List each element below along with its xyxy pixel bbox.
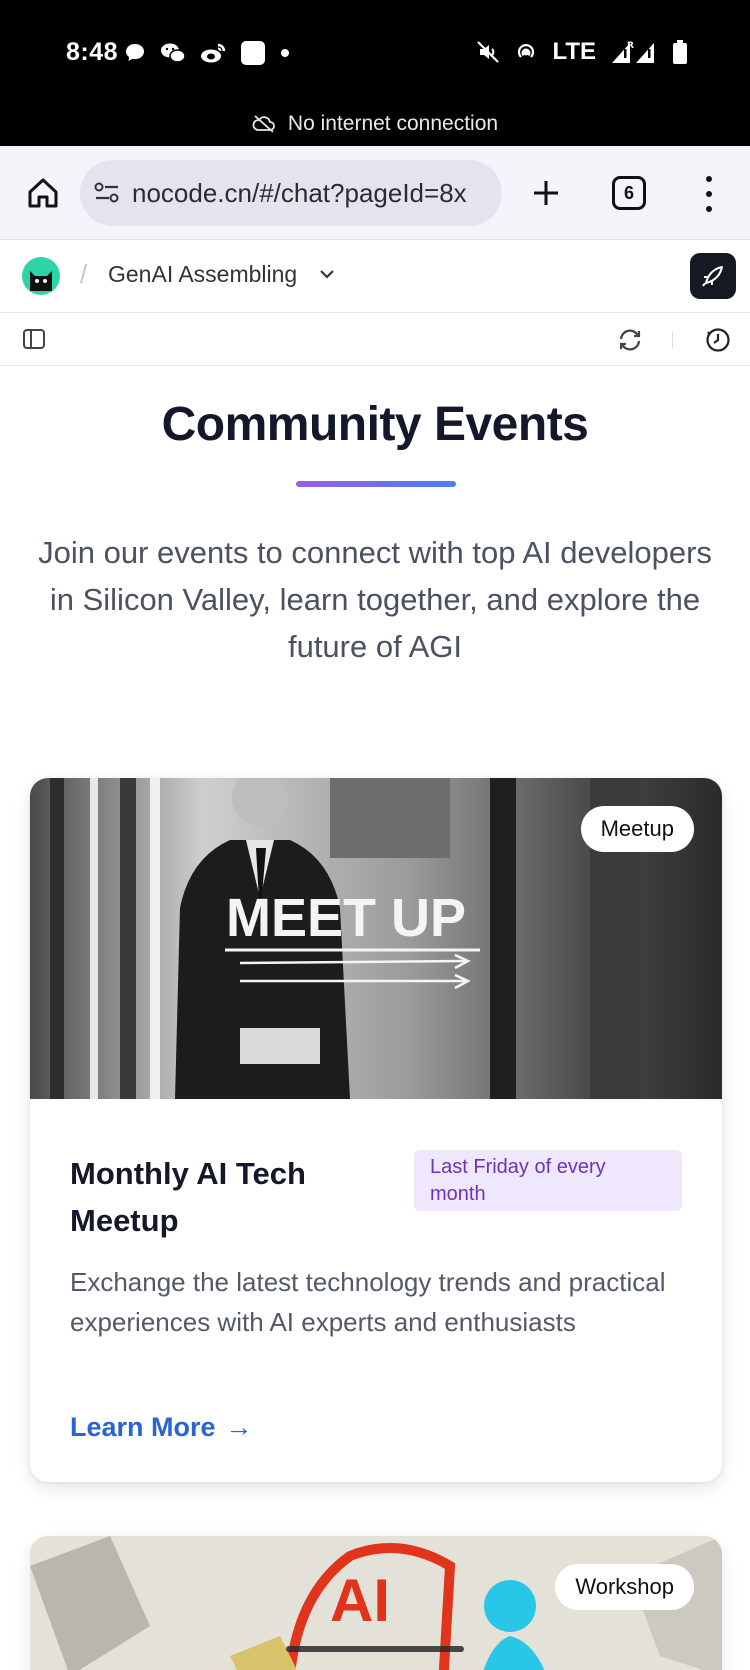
home-button[interactable]	[20, 170, 66, 216]
battery-icon	[673, 40, 687, 64]
site-settings-icon[interactable]	[94, 182, 120, 204]
event-type-tag: Workshop	[555, 1564, 694, 1610]
chat-bubble-icon	[126, 44, 144, 61]
offline-text: No internet connection	[287, 112, 499, 135]
publish-button[interactable]	[690, 253, 736, 299]
screen: 8:48 LTE R No internet connection nocode…	[0, 0, 750, 1670]
event-description: Exchange the latest technology trends an…	[70, 1267, 666, 1337]
history-icon[interactable]	[704, 326, 732, 354]
section-title: Community Events	[161, 398, 589, 451]
image-caption: AI	[330, 1567, 390, 1634]
signal-icon: R	[612, 41, 654, 63]
mute-icon	[477, 41, 500, 63]
schedule-badge: Last Friday of every month	[414, 1150, 682, 1211]
section-description: Join our events to connect with top AI d…	[38, 535, 712, 664]
status-bar: 8:48 LTE R No internet connection	[0, 0, 750, 146]
project-name[interactable]: GenAI Assembling	[108, 261, 297, 288]
status-time: 8:48	[66, 38, 119, 66]
title-underline	[296, 481, 456, 487]
new-tab-button[interactable]	[524, 168, 568, 218]
svg-text:R: R	[627, 41, 634, 51]
breadcrumb-separator: /	[80, 259, 88, 289]
home-icon	[28, 178, 58, 208]
refresh-icon[interactable]	[616, 326, 644, 354]
url-text: nocode.cn/#/chat?pageId=8x	[132, 177, 467, 208]
browser-menu-button[interactable]	[696, 172, 722, 216]
system-indicators: LTE R	[476, 38, 688, 66]
sidebar-toggle-icon[interactable]	[22, 327, 46, 351]
address-bar[interactable]: nocode.cn/#/chat?pageId=8x	[80, 160, 502, 226]
cloud-off-icon	[252, 115, 275, 133]
menu-dot	[706, 191, 712, 197]
learn-more-link[interactable]: Learn More →	[70, 1412, 253, 1443]
notification-icons	[124, 40, 290, 66]
image-caption: MEET UP	[226, 888, 466, 948]
browser-toolbar: nocode.cn/#/chat?pageId=8x 6	[0, 146, 750, 240]
network-type: LTE	[552, 38, 596, 65]
tab-count: 6	[623, 182, 634, 203]
event-title: Monthly AI Tech Meetup	[70, 1156, 306, 1238]
event-card[interactable]: MEET UP Meetup Monthly AI Tech Meetup La…	[30, 778, 722, 1482]
offline-banner: No internet connection	[0, 112, 750, 136]
toolbar-divider	[672, 332, 673, 348]
avatar[interactable]	[22, 257, 60, 295]
rocket-icon	[702, 266, 723, 287]
plus-icon	[534, 181, 558, 205]
wechat-icon	[161, 43, 186, 63]
home-indicator[interactable]	[286, 1646, 464, 1652]
arrow-right-icon: →	[225, 1412, 253, 1442]
learn-more-label: Learn More	[70, 1412, 216, 1442]
weibo-icon	[201, 43, 226, 63]
event-image: MEET UP Meetup	[30, 778, 722, 1099]
cat-logo-icon	[30, 271, 52, 291]
chevron-down-icon[interactable]	[318, 265, 336, 283]
tab-switcher-button[interactable]: 6	[612, 176, 646, 210]
dot-icon	[281, 49, 289, 57]
menu-dot	[706, 176, 712, 182]
menu-dot	[706, 206, 712, 212]
event-type-tag: Meetup	[580, 806, 694, 852]
page-content: Community Events Join our events to conn…	[0, 367, 750, 1670]
app-header: / GenAI Assembling	[0, 241, 750, 313]
preview-toolbar	[0, 314, 750, 366]
app-square-icon	[241, 41, 265, 65]
hotspot-icon	[518, 44, 535, 58]
